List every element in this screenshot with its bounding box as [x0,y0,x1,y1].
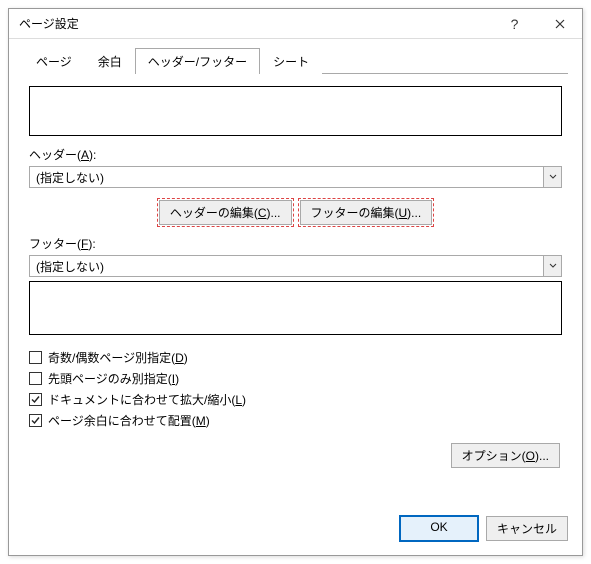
checkmark-icon [30,394,41,405]
dialog-buttons: OK キャンセル [9,502,582,555]
header-label: ヘッダー(A): [29,146,562,163]
help-button[interactable]: ? [492,9,537,39]
checkbox[interactable] [29,351,42,364]
checkbox-group: 奇数/偶数ページ別指定(D) 先頭ページのみ別指定(I) ドキュメントに合わせて… [29,349,562,429]
tab-sheet[interactable]: シート [260,48,322,74]
titlebar: ページ設定 ? [9,9,582,39]
footer-preview [29,281,562,335]
tab-header-footer[interactable]: ヘッダー/フッター [135,48,260,74]
tab-margins[interactable]: 余白 [85,48,135,74]
check-label: ドキュメントに合わせて拡大/縮小(L) [48,391,246,408]
options-row: オプション(O)... [29,443,562,468]
edit-buttons-row: ヘッダーの編集(C)... フッターの編集(U)... [29,200,562,225]
chevron-down-icon [549,174,557,180]
footer-dropdown-value: (指定しない) [30,258,543,275]
footer-label: フッター(F): [29,235,562,252]
check-odd-even[interactable]: 奇数/偶数ページ別指定(D) [29,349,562,366]
header-dropdown-button[interactable] [543,167,561,187]
footer-dropdown[interactable]: (指定しない) [29,255,562,277]
close-icon [555,19,565,29]
ok-button[interactable]: OK [400,516,478,541]
page-setup-dialog: ページ設定 ? ページ 余白 ヘッダー/フッター シート ヘッダー(A): (指… [8,8,583,556]
checkbox[interactable] [29,393,42,406]
check-align-margins[interactable]: ページ余白に合わせて配置(M) [29,412,562,429]
tab-page-label: ページ [36,55,72,69]
header-dropdown[interactable]: (指定しない) [29,166,562,188]
tab-sheet-label: シート [273,55,309,69]
check-label: ページ余白に合わせて配置(M) [48,412,210,429]
edit-footer-button[interactable]: フッターの編集(U)... [300,200,433,225]
options-button[interactable]: オプション(O)... [451,443,560,468]
check-first-page[interactable]: 先頭ページのみ別指定(I) [29,370,562,387]
header-dropdown-value: (指定しない) [30,169,543,186]
check-label: 奇数/偶数ページ別指定(D) [48,349,188,366]
cancel-button[interactable]: キャンセル [486,516,568,541]
chevron-down-icon [549,263,557,269]
footer-dropdown-button[interactable] [543,256,561,276]
tab-header-footer-label: ヘッダー/フッター [148,55,247,69]
dialog-title: ページ設定 [19,15,492,32]
checkbox[interactable] [29,414,42,427]
close-button[interactable] [537,9,582,39]
check-scale-doc[interactable]: ドキュメントに合わせて拡大/縮小(L) [29,391,562,408]
edit-header-button[interactable]: ヘッダーの編集(C)... [159,200,292,225]
check-label: 先頭ページのみ別指定(I) [48,370,179,387]
checkbox[interactable] [29,372,42,385]
tab-content: ヘッダー(A): (指定しない) ヘッダーの編集(C)... フッターの編集(U… [23,74,568,468]
checkmark-icon [30,415,41,426]
dialog-body: ページ 余白 ヘッダー/フッター シート ヘッダー(A): (指定しない) ヘッ… [9,39,582,502]
tab-margins-label: 余白 [98,55,122,69]
header-preview [29,86,562,136]
tab-page[interactable]: ページ [23,48,85,74]
tab-strip: ページ 余白 ヘッダー/フッター シート [23,48,568,74]
